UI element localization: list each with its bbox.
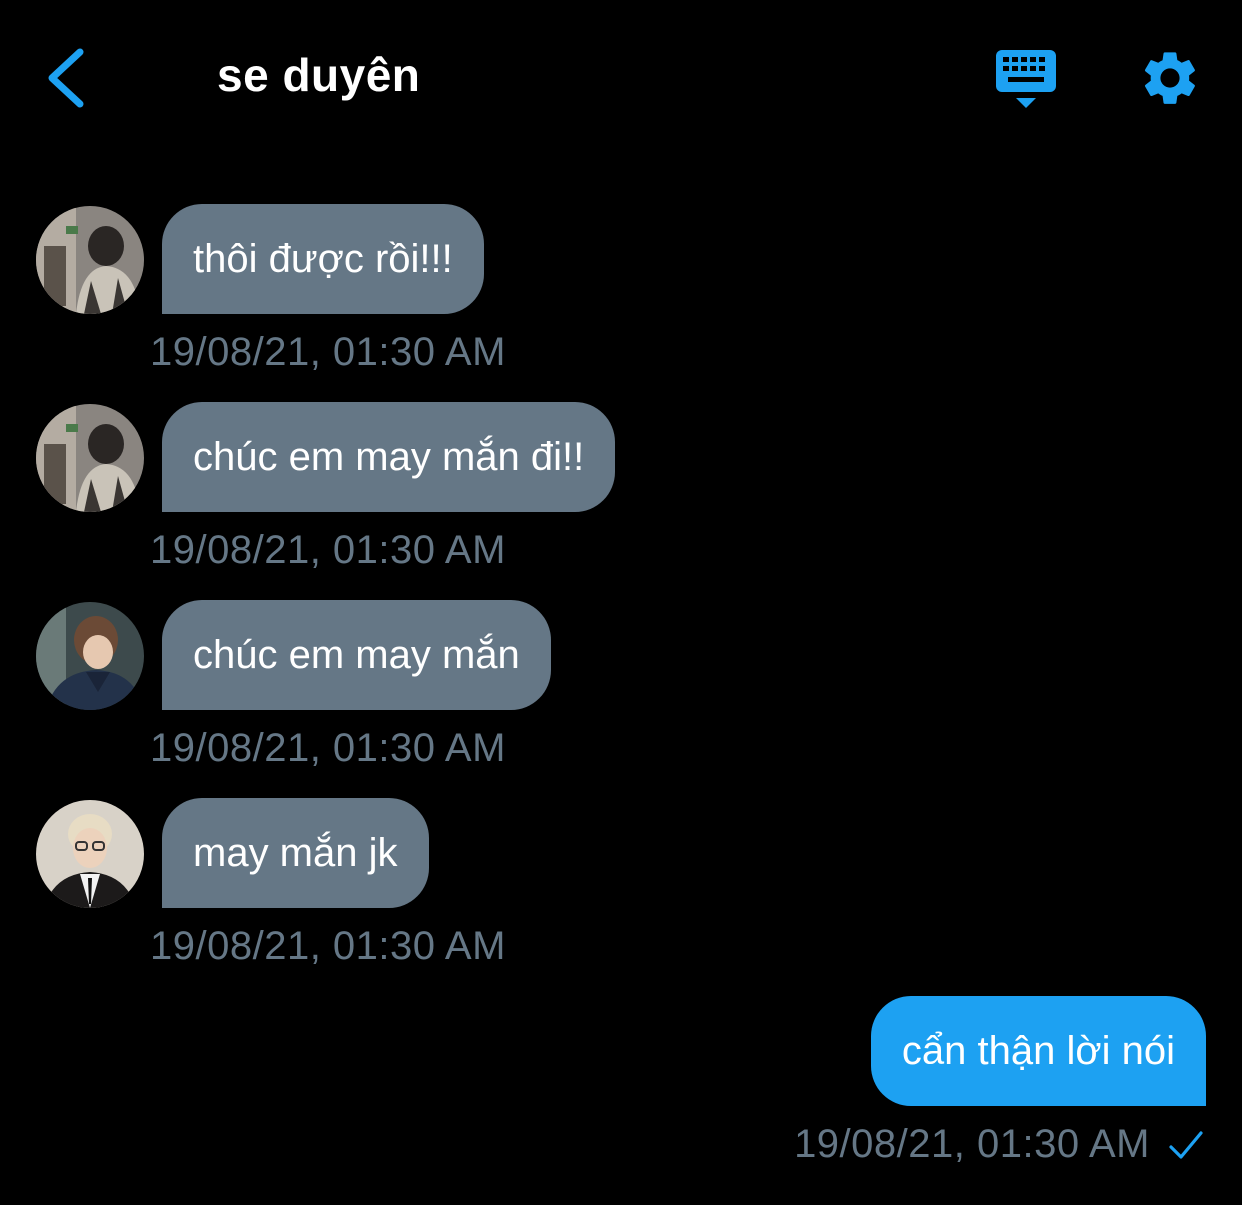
dm-conversation-screen: se duyên thôi được rồi!!! 19/08/21, 01:3… bbox=[0, 0, 1242, 1205]
message-bubble[interactable]: may mắn jk bbox=[162, 798, 429, 908]
sender-avatar[interactable] bbox=[36, 602, 144, 710]
sender-avatar[interactable] bbox=[36, 800, 144, 908]
settings-button[interactable] bbox=[1138, 46, 1202, 110]
sender-avatar[interactable] bbox=[36, 206, 144, 314]
sender-avatar[interactable] bbox=[36, 404, 144, 512]
message-timestamp: 19/08/21, 01:30 AM bbox=[150, 528, 506, 572]
keyboard-button[interactable] bbox=[994, 48, 1058, 112]
message-bubble[interactable]: thôi được rồi!!! bbox=[162, 204, 484, 314]
gear-icon bbox=[1144, 52, 1195, 104]
message-bubble[interactable]: cẩn thận lời nói bbox=[870, 996, 1206, 1106]
message-timestamp: 19/08/21, 01:30 AM bbox=[150, 330, 506, 374]
conversation-title[interactable]: se duyên bbox=[217, 48, 420, 102]
message-timestamp: 19/08/21, 01:30 AM bbox=[150, 924, 506, 968]
message-timestamp: 19/08/21, 01:30 AM bbox=[794, 1122, 1150, 1166]
conversation-header: se duyên bbox=[0, 0, 1242, 150]
message-bubble[interactable]: chúc em may mắn đi!! bbox=[162, 402, 616, 512]
message-timestamp: 19/08/21, 01:30 AM bbox=[150, 726, 506, 770]
chevron-left-icon bbox=[48, 48, 84, 108]
checkmark-icon bbox=[1169, 1131, 1203, 1159]
back-button[interactable] bbox=[40, 44, 96, 112]
keyboard-icon bbox=[996, 50, 1056, 108]
message-bubble[interactable]: chúc em may mắn bbox=[162, 600, 551, 710]
